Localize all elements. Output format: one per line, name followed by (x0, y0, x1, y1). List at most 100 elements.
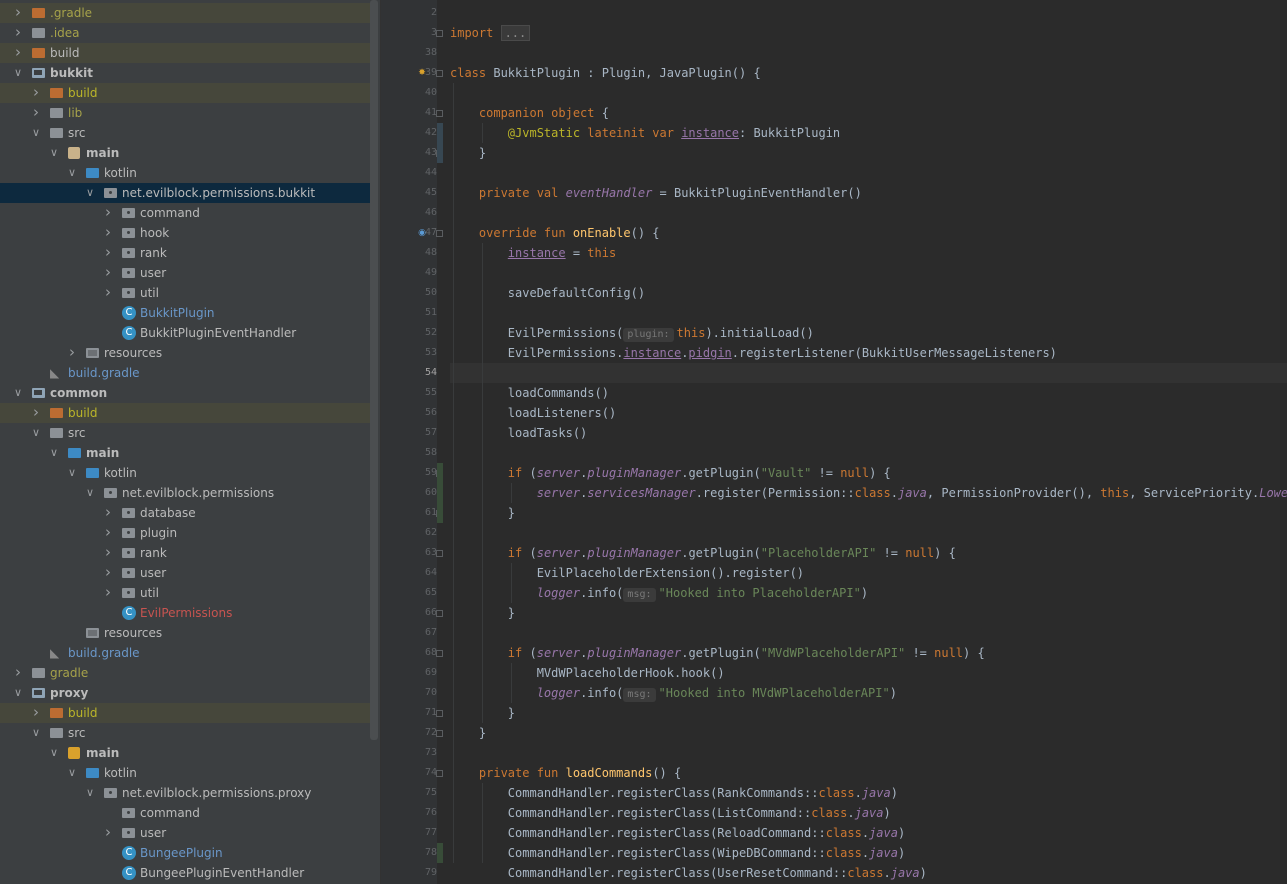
fold-open-icon[interactable] (436, 770, 443, 777)
code-line[interactable]: @JvmStatic lateinit var instance: Bukkit… (450, 123, 1287, 143)
tree-item-kotlin[interactable]: kotlin (0, 463, 378, 483)
tree-item-rank[interactable]: rank (0, 243, 378, 263)
code-line[interactable]: EvilPlaceholderExtension().register() (450, 563, 1287, 583)
expand-arrow-down-icon[interactable] (84, 183, 96, 203)
tree-item-database[interactable]: database (0, 503, 378, 523)
code-line[interactable]: } (450, 723, 1287, 743)
code-line[interactable]: server. servicesManager.register(Permissi… (450, 483, 1287, 503)
fold-open-icon[interactable] (436, 650, 443, 657)
tree-item-kotlin[interactable]: kotlin (0, 763, 378, 783)
fold-open-icon[interactable] (436, 710, 443, 717)
code-line[interactable]: CommandHandler.registerClass(RankCommand… (450, 783, 1287, 803)
code-line[interactable]: loadCommands() (450, 383, 1287, 403)
code-line[interactable]: } (450, 503, 1287, 523)
override-method-icon[interactable]: ◉ (417, 228, 427, 238)
code-line[interactable] (450, 43, 1287, 63)
fold-open-icon[interactable] (436, 550, 443, 557)
expand-arrow-right-icon[interactable] (30, 403, 42, 423)
tree-item-build-gradle[interactable]: build.gradle (0, 363, 378, 383)
code-line[interactable]: MVdWPlaceholderHook.hook() (450, 663, 1287, 683)
expand-arrow-right-icon[interactable] (66, 343, 78, 363)
fold-open-icon[interactable] (436, 30, 443, 37)
code-line[interactable]: CommandHandler.registerClass(ReloadComma… (450, 823, 1287, 843)
tree-item-net-evilblock-permissions[interactable]: net.evilblock.permissions (0, 483, 378, 503)
expand-arrow-down-icon[interactable] (48, 143, 60, 163)
expand-arrow-right-icon[interactable] (102, 523, 114, 543)
tree-item-resources[interactable]: resources (0, 343, 378, 363)
fold-open-icon[interactable] (436, 110, 443, 117)
tree-item-bukkit[interactable]: bukkit (0, 63, 378, 83)
vcs-change-marker[interactable] (437, 843, 443, 863)
code-line[interactable] (450, 363, 1287, 383)
expand-arrow-right-icon[interactable] (12, 43, 24, 63)
code-line[interactable] (450, 83, 1287, 103)
code-line[interactable]: if (server.pluginManager.getPlugin("Plac… (450, 543, 1287, 563)
expand-arrow-right-icon[interactable] (30, 103, 42, 123)
tree-item-lib[interactable]: lib (0, 103, 378, 123)
expand-arrow-right-icon[interactable] (102, 283, 114, 303)
tree-item-net-evilblock-permissions-proxy[interactable]: net.evilblock.permissions.proxy (0, 783, 378, 803)
tree-item-rank[interactable]: rank (0, 543, 378, 563)
expand-arrow-down-icon[interactable] (30, 123, 42, 143)
code-line[interactable]: if (server.pluginManager.getPlugin("Vaul… (450, 463, 1287, 483)
tree-item-bukkitplugineventhandler[interactable]: BukkitPluginEventHandler (0, 323, 378, 343)
tree-item-resources[interactable]: resources (0, 623, 378, 643)
code-line[interactable]: class BukkitPlugin : Plugin, JavaPlugin(… (450, 63, 1287, 83)
expand-arrow-down-icon[interactable] (30, 423, 42, 443)
tree-item-main[interactable]: main (0, 443, 378, 463)
tree-item-util[interactable]: util (0, 583, 378, 603)
code-line[interactable] (450, 203, 1287, 223)
code-line[interactable]: private val eventHandler = BukkitPluginE… (450, 183, 1287, 203)
expand-arrow-right-icon[interactable] (102, 243, 114, 263)
folded-code-placeholder[interactable]: ... (500, 25, 531, 41)
tree-item-gradle[interactable]: .gradle (0, 3, 378, 23)
code-line[interactable]: CommandHandler.registerClass(UserResetCo… (450, 863, 1287, 883)
tree-item-build[interactable]: build (0, 703, 378, 723)
expand-arrow-right-icon[interactable] (102, 203, 114, 223)
code-line[interactable]: CommandHandler.registerClass(ListCommand… (450, 803, 1287, 823)
code-line[interactable] (450, 743, 1287, 763)
tree-item-kotlin[interactable]: kotlin (0, 163, 378, 183)
expand-arrow-down-icon[interactable] (12, 63, 24, 83)
code-line[interactable] (450, 623, 1287, 643)
expand-arrow-down-icon[interactable] (66, 463, 78, 483)
code-line[interactable]: EvilPermissions.instance.pidgin.register… (450, 343, 1287, 363)
tree-item-build[interactable]: build (0, 83, 378, 103)
tree-item-bungeeplugineventhandler[interactable]: BungeePluginEventHandler (0, 863, 378, 883)
tree-item-gradle[interactable]: gradle (0, 663, 378, 683)
code-line[interactable]: instance = this (450, 243, 1287, 263)
expand-arrow-right-icon[interactable] (102, 543, 114, 563)
code-line[interactable]: companion object { (450, 103, 1287, 123)
expand-arrow-right-icon[interactable] (102, 503, 114, 523)
expand-arrow-down-icon[interactable] (84, 783, 96, 803)
tree-item-plugin[interactable]: plugin (0, 523, 378, 543)
tree-item-src[interactable]: src (0, 723, 378, 743)
code-editor[interactable]: 2 3 38 39 40 41 42 43 44 45 46 47 48 49 50 51 52 53 54 55 56… (381, 0, 1287, 884)
tree-item-proxy[interactable]: proxy (0, 683, 378, 703)
tree-item-evilpermissions[interactable]: EvilPermissions (0, 603, 378, 623)
code-line[interactable]: loadListeners() (450, 403, 1287, 423)
expand-arrow-down-icon[interactable] (66, 163, 78, 183)
fold-open-icon[interactable] (436, 610, 443, 617)
fold-open-icon[interactable] (436, 70, 443, 77)
tree-item-build[interactable]: build (0, 403, 378, 423)
code-line[interactable]: EvilPermissions(plugin: this).initialLoad… (450, 323, 1287, 343)
code-line[interactable] (450, 3, 1287, 23)
expand-arrow-right-icon[interactable] (102, 823, 114, 843)
tree-item-command[interactable]: command (0, 803, 378, 823)
expand-arrow-right-icon[interactable] (12, 3, 24, 23)
tree-item-bukkitplugin[interactable]: BukkitPlugin (0, 303, 378, 323)
code-line[interactable] (450, 263, 1287, 283)
tree-item-user[interactable]: user (0, 563, 378, 583)
tree-item-build-gradle[interactable]: build.gradle (0, 643, 378, 663)
tree-item-idea[interactable]: .idea (0, 23, 378, 43)
expand-arrow-right-icon[interactable] (30, 703, 42, 723)
fold-open-icon[interactable] (436, 230, 443, 237)
code-line[interactable]: logger.info(msg: "Hooked into MVdWPlaceho… (450, 683, 1287, 703)
code-line[interactable]: } (450, 603, 1287, 623)
expand-arrow-right-icon[interactable] (12, 663, 24, 683)
expand-arrow-down-icon[interactable] (30, 723, 42, 743)
expand-arrow-down-icon[interactable] (66, 763, 78, 783)
tree-item-util[interactable]: util (0, 283, 378, 303)
code-line[interactable]: } (450, 143, 1287, 163)
